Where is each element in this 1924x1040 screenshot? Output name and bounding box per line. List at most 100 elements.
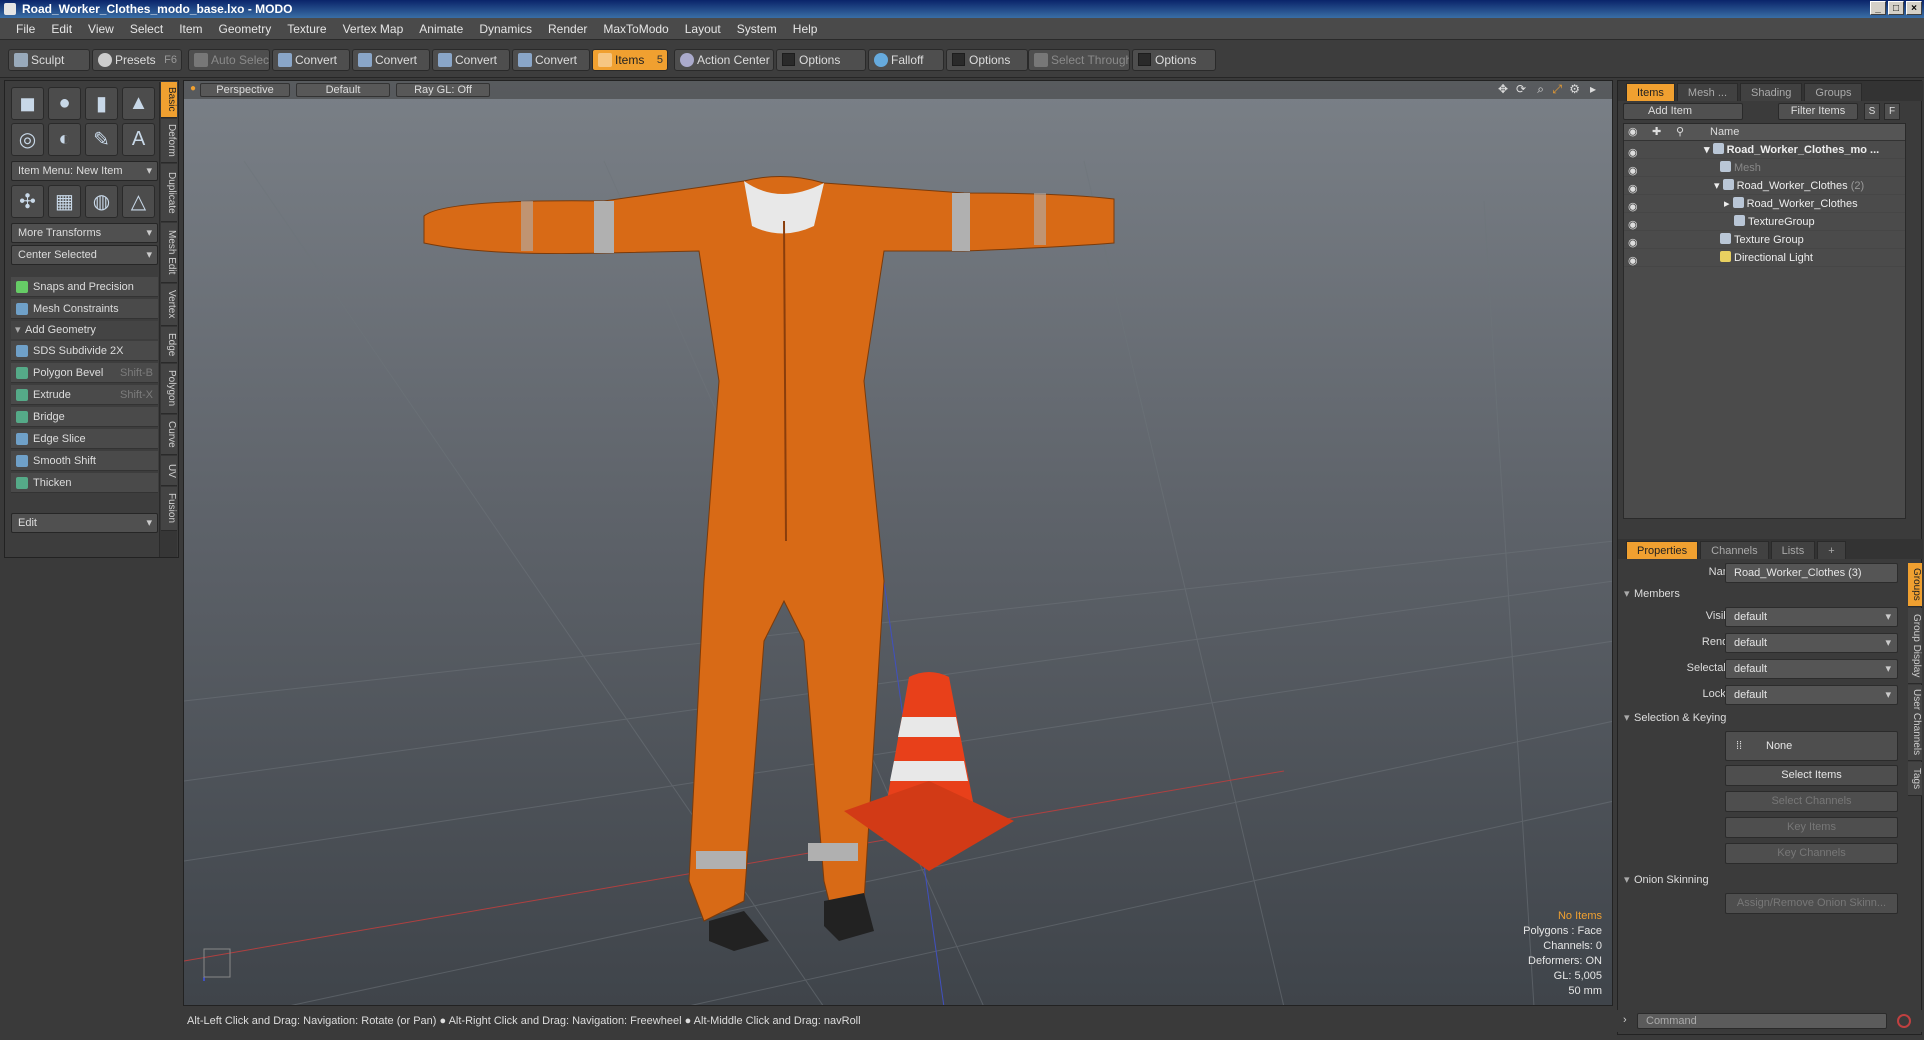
menu-vertex-map[interactable]: Vertex Map — [335, 22, 412, 36]
action-center-options[interactable]: Options — [776, 49, 866, 71]
select-through-options[interactable]: Options — [1132, 49, 1216, 71]
menu-maxtomodo[interactable]: MaxToModo — [595, 22, 676, 36]
select-channels-button[interactable]: Select Channels — [1725, 791, 1898, 812]
item-menu-dropdown[interactable]: Item Menu: New Item — [11, 161, 158, 181]
tab-uv[interactable]: UV — [161, 456, 177, 486]
tree-row-mesh[interactable]: ◉ Mesh — [1624, 159, 1905, 177]
none-button[interactable]: ⁞⁞ None — [1725, 731, 1898, 761]
torus-icon[interactable]: ◎ — [11, 123, 44, 156]
menu-edit[interactable]: Edit — [43, 22, 80, 36]
tree-row-directional-light[interactable]: ◉ Directional Light — [1624, 249, 1905, 267]
add-geometry-header[interactable]: Add Geometry — [11, 321, 158, 339]
name-column-header[interactable]: Name — [1710, 124, 1739, 141]
tab-fusion[interactable]: Fusion — [161, 487, 177, 531]
auto-select-button[interactable]: Auto Select — [188, 49, 270, 71]
render-dropdown[interactable]: default — [1725, 633, 1898, 653]
more-transforms-dropdown[interactable]: More Transforms — [11, 223, 158, 243]
edge-slice-button[interactable]: Edge Slice — [11, 429, 158, 449]
tab-channels[interactable]: Channels — [1700, 541, 1769, 559]
tab-edge[interactable]: Edge — [161, 327, 177, 363]
snaps-precision-button[interactable]: Snaps and Precision — [11, 277, 158, 297]
extrude-button[interactable]: Extrude Shift-X — [11, 385, 158, 405]
menu-geometry[interactable]: Geometry — [211, 22, 280, 36]
tree-row-group[interactable]: ◉ ▾ Road_Worker_Clothes (2) — [1624, 177, 1905, 195]
capsule-icon[interactable]: ◐ — [48, 123, 81, 156]
convert-button-4[interactable]: Convert — [512, 49, 590, 71]
key-items-button[interactable]: Key Items — [1725, 817, 1898, 838]
falloff-button[interactable]: Falloff — [868, 49, 944, 71]
globe-icon[interactable]: ◍ — [85, 185, 118, 218]
menu-view[interactable]: View — [80, 22, 122, 36]
menu-texture[interactable]: Texture — [279, 22, 334, 36]
menu-select[interactable]: Select — [122, 22, 171, 36]
options-checkbox[interactable] — [782, 53, 795, 66]
cube-icon[interactable]: ◼ — [11, 87, 44, 120]
tab-curve[interactable]: Curve — [161, 415, 177, 455]
tab-user-channels[interactable]: User Channels — [1908, 685, 1922, 761]
s-button[interactable]: S — [1864, 103, 1880, 120]
select-items-button[interactable]: Select Items — [1725, 765, 1898, 786]
mesh-constraints-button[interactable]: Mesh Constraints — [11, 299, 158, 319]
sphere-icon[interactable]: ● — [48, 87, 81, 120]
tree-row-texturegroup[interactable]: ◉ TextureGroup — [1624, 213, 1905, 231]
items-mode-button[interactable]: Items 5 — [592, 49, 668, 71]
locked-dropdown[interactable]: default — [1725, 685, 1898, 705]
coverall-model[interactable] — [423, 176, 1115, 951]
cone-icon[interactable]: ▲ — [122, 87, 155, 120]
smooth-shift-button[interactable]: Smooth Shift — [11, 451, 158, 471]
minimize-button[interactable]: _ — [1870, 1, 1886, 15]
key-channels-button[interactable]: Key Channels — [1725, 843, 1898, 864]
thicken-button[interactable]: Thicken — [11, 473, 158, 493]
menu-help[interactable]: Help — [785, 22, 826, 36]
convert-button-3[interactable]: Convert — [432, 49, 510, 71]
tab-properties[interactable]: Properties — [1626, 541, 1699, 559]
action-center-button[interactable]: Action Center — [674, 49, 774, 71]
tab-deform[interactable]: Deform — [161, 119, 177, 163]
f-button[interactable]: F — [1884, 103, 1900, 120]
close-button[interactable]: × — [1906, 1, 1922, 15]
maximize-button[interactable]: □ — [1888, 1, 1904, 15]
tab-group-display[interactable]: Group Display — [1908, 608, 1922, 684]
select-through-button[interactable]: Select Through — [1028, 49, 1130, 71]
tab-lists[interactable]: Lists — [1770, 541, 1816, 559]
add-item-dropdown[interactable]: Add Item — [1623, 103, 1743, 120]
members-section[interactable]: Members — [1620, 585, 1906, 603]
falloff-options[interactable]: Options — [946, 49, 1028, 71]
tab-items[interactable]: Items — [1626, 83, 1675, 101]
tab-mesh[interactable]: Mesh ... — [1676, 83, 1739, 101]
text-tool-icon[interactable]: A — [122, 123, 155, 156]
menu-layout[interactable]: Layout — [677, 22, 729, 36]
cylinder-icon[interactable]: ▮ — [85, 87, 118, 120]
pen-tool-icon[interactable]: ✎ — [85, 123, 118, 156]
tab-tags[interactable]: Tags — [1908, 762, 1922, 796]
convert-button-2[interactable]: Convert — [352, 49, 430, 71]
command-input[interactable]: Command — [1637, 1013, 1887, 1029]
grid-icon[interactable]: ▦ — [48, 185, 81, 218]
filter-items-button[interactable]: Filter Items — [1778, 103, 1858, 120]
options-checkbox[interactable] — [1138, 53, 1151, 66]
tab-duplicate[interactable]: Duplicate — [161, 164, 177, 222]
tab-shading[interactable]: Shading — [1740, 83, 1803, 101]
assign-onion-button[interactable]: Assign/Remove Onion Skinn... — [1725, 893, 1898, 914]
tab-vertex[interactable]: Vertex — [161, 284, 177, 326]
center-selected-dropdown[interactable]: Center Selected — [11, 245, 158, 265]
polygon-bevel-button[interactable]: Polygon Bevel Shift-B — [11, 363, 158, 383]
3d-viewport[interactable]: ● Perspective Default Ray GL: Off ✥ ⟳ ⌕ … — [183, 80, 1613, 1006]
sds-subdivide-button[interactable]: SDS Subdivide 2X — [11, 341, 158, 361]
tab-basic[interactable]: Basic — [161, 82, 177, 118]
name-field[interactable]: Road_Worker_Clothes (3) — [1725, 563, 1898, 583]
tab-polygon[interactable]: Polygon — [161, 364, 177, 414]
transform-icon[interactable]: ✣ — [11, 185, 44, 218]
pyramid-icon[interactable]: △ — [122, 185, 155, 218]
tree-row-scene[interactable]: ◉ ▾ Road_Worker_Clothes_mo ... — [1624, 141, 1905, 159]
tree-row-mesh-item[interactable]: ◉ ▸ Road_Worker_Clothes — [1624, 195, 1905, 213]
record-icon[interactable] — [1897, 1014, 1911, 1028]
menu-system[interactable]: System — [729, 22, 785, 36]
visible-dropdown[interactable]: default — [1725, 607, 1898, 627]
convert-button-1[interactable]: Convert — [272, 49, 350, 71]
sculpt-button[interactable]: Sculpt — [8, 49, 90, 71]
presets-button[interactable]: Presets F6 — [92, 49, 182, 71]
menu-render[interactable]: Render — [540, 22, 595, 36]
tab-add[interactable]: + — [1817, 541, 1846, 559]
options-checkbox[interactable] — [952, 53, 965, 66]
